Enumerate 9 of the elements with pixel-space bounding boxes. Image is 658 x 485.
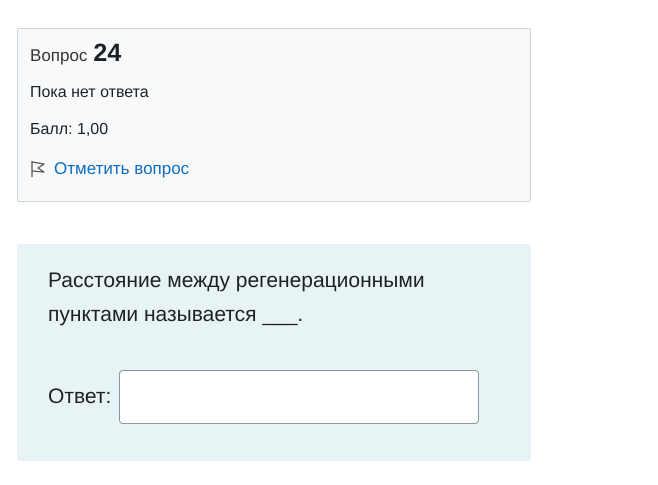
answer-field[interactable] [119,370,480,424]
question-heading: Вопрос [30,46,88,66]
answer-label: Ответ: [48,385,112,409]
question-grade: Балл: 1,00 [30,121,110,139]
question-number: 24 [93,39,122,68]
answer-state: Пока нет ответа [30,84,150,102]
flag-icon[interactable] [30,160,46,178]
question-text: Расстояние между регенерационными пунктами называется ___. [48,268,426,328]
flag-question-link[interactable]: Отметить вопрос [54,159,190,179]
